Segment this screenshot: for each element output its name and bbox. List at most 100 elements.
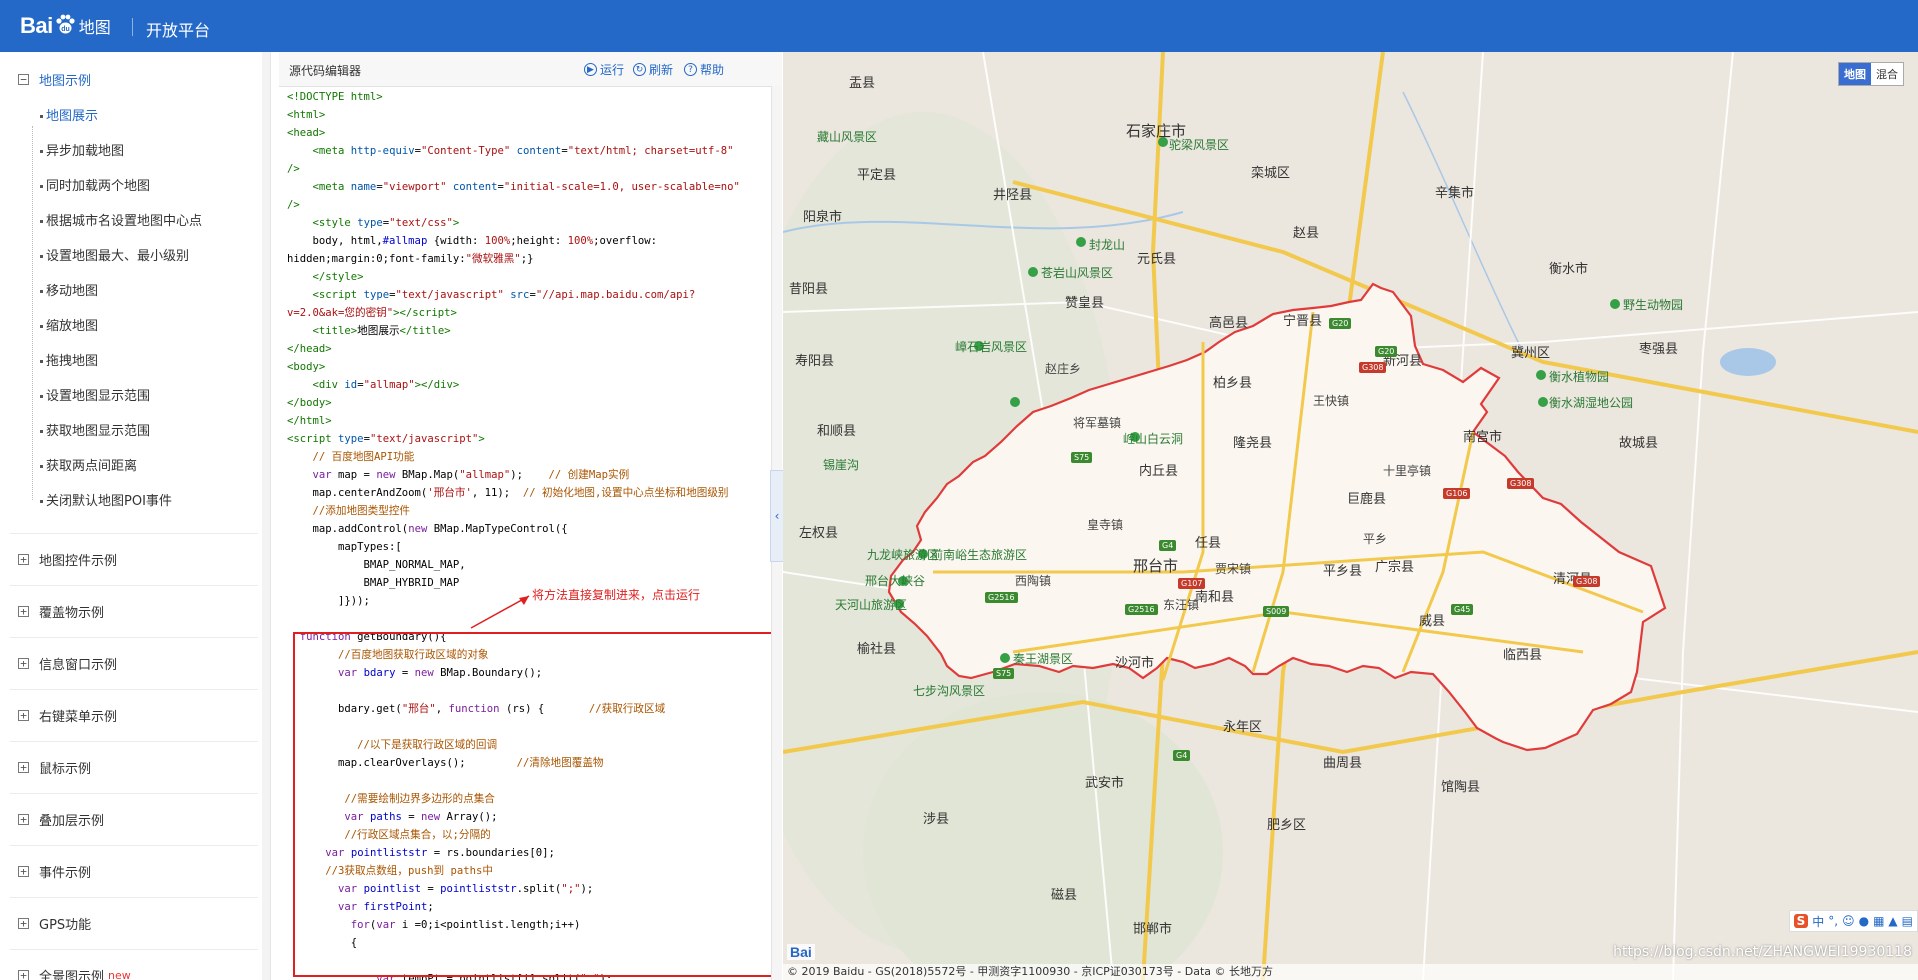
- road-shield: G4: [1173, 750, 1191, 761]
- poi-label: 衡水湖湿地公园: [1549, 396, 1634, 410]
- poi-label: 藏山风景区: [817, 130, 878, 144]
- poi-marker[interactable]: 衡水湖湿地公园: [1549, 394, 1633, 411]
- map-canvas[interactable]: 石家庄市 阳泉市 邢台市 邯郸市 衡水市 宁晋县 新河县 柏乡县 隆尧县 内丘县…: [783, 52, 1918, 980]
- poi-marker[interactable]: 苍岩山风景区: [1041, 264, 1113, 281]
- expand-icon[interactable]: +: [18, 970, 29, 980]
- map-label: 宁晋县: [1283, 314, 1323, 329]
- road-shield: G2516: [985, 592, 1018, 603]
- platform-title[interactable]: 开放平台: [146, 17, 210, 41]
- sidebar-group-panorama[interactable]: + 全景图示例 new: [18, 966, 131, 980]
- ime-mic-icon[interactable]: ●: [1859, 914, 1869, 928]
- play-icon: ▶: [584, 63, 597, 76]
- poi-marker[interactable]: 秦王湖景区: [1013, 650, 1073, 667]
- sidebar-group-overlays[interactable]: + 覆盖物示例: [18, 602, 104, 621]
- road-shield: G107: [1178, 578, 1206, 589]
- divider: [10, 897, 258, 898]
- ime-toolbar[interactable]: S 中 °, ☺ ● ▦ ▲ ▤: [1788, 910, 1918, 932]
- expand-icon[interactable]: +: [18, 554, 29, 565]
- sidebar-item-zoom-levels[interactable]: 设置地图最大、最小级别: [40, 245, 189, 264]
- road-shield: G4: [1159, 540, 1177, 551]
- sidebar-item-label: 同时加载两个地图: [46, 179, 151, 194]
- poi-marker[interactable]: 驼梁风景区: [1169, 136, 1229, 153]
- sidebar-item-label: 获取地图显示范围: [46, 424, 151, 439]
- help-icon: ?: [684, 63, 697, 76]
- poi-marker[interactable]: 前南峪生态旅游区: [931, 546, 1027, 563]
- baidu-logo[interactable]: Bai du 地图: [20, 10, 111, 42]
- poi-marker[interactable]: 九龙峡旅游区: [867, 546, 939, 563]
- map-type-hybrid[interactable]: 混合: [1871, 63, 1903, 85]
- sidebar-item-map-display[interactable]: 地图展示: [40, 105, 98, 124]
- run-label: 运行: [600, 63, 625, 77]
- poi-marker[interactable]: 藏山风景区: [817, 128, 877, 145]
- map-label: 井陉县: [993, 188, 1033, 203]
- map-label: 巨鹿县: [1347, 492, 1387, 507]
- baidu-map-logo[interactable]: Bai: [787, 944, 815, 960]
- sidebar-item-label: 异步加载地图: [46, 144, 125, 159]
- poi-marker[interactable]: 锡崖沟: [823, 456, 859, 473]
- expand-icon[interactable]: +: [18, 918, 29, 929]
- sidebar-group-infowindow[interactable]: + 信息窗口示例: [18, 654, 117, 673]
- sidebar-item-set-bounds[interactable]: 设置地图显示范围: [40, 385, 150, 404]
- sidebar-group-label: 全景图示例: [39, 970, 105, 980]
- sidebar-group-controls[interactable]: + 地图控件示例: [18, 550, 117, 569]
- ime-chinese-icon[interactable]: 中: [1812, 913, 1824, 930]
- sidebar-item-async-load[interactable]: 异步加载地图: [40, 140, 124, 159]
- poi-marker[interactable]: 七步沟风景区: [913, 682, 985, 699]
- collapse-panel-button[interactable]: ‹: [770, 470, 784, 562]
- poi-marker[interactable]: 衡水植物园: [1549, 368, 1609, 385]
- sidebar-group-layers[interactable]: + 叠加层示例: [18, 810, 104, 829]
- run-button[interactable]: ▶ 运行: [584, 61, 624, 78]
- poi-marker[interactable]: 野生动物园: [1623, 296, 1683, 313]
- ime-punct-icon[interactable]: °,: [1828, 914, 1838, 928]
- ime-grid-icon[interactable]: ▤: [1902, 914, 1913, 928]
- road-shield: G20: [1329, 318, 1352, 329]
- sidebar-item-drag-map[interactable]: 拖拽地图: [40, 350, 98, 369]
- sidebar-item-get-bounds[interactable]: 获取地图显示范围: [40, 420, 150, 439]
- ime-skin-icon[interactable]: ▲: [1888, 914, 1897, 928]
- poi-marker[interactable]: 嶂石岩风景区: [955, 338, 1027, 355]
- road-shield: G20: [1375, 346, 1398, 357]
- sidebar-group-context-menu[interactable]: + 右键菜单示例: [18, 706, 117, 725]
- sidebar-group-mouse[interactable]: + 鼠标示例: [18, 758, 91, 777]
- sidebar-group-events[interactable]: + 事件示例: [18, 862, 91, 881]
- expand-icon[interactable]: +: [18, 606, 29, 617]
- expand-icon[interactable]: +: [18, 762, 29, 773]
- expand-icon[interactable]: +: [18, 814, 29, 825]
- map-copyright: © 2019 Baidu - GS(2018)5572号 - 甲测资字11009…: [783, 964, 1918, 980]
- sidebar-group-map-examples[interactable]: − 地图示例: [18, 70, 91, 89]
- sidebar-item-zoom-map[interactable]: 缩放地图: [40, 315, 98, 334]
- divider: [10, 949, 258, 950]
- sidebar-item-label: 地图展示: [46, 109, 99, 124]
- ime-keyboard-icon[interactable]: ▦: [1873, 914, 1884, 928]
- highlight-box: [293, 632, 773, 977]
- expand-icon[interactable]: +: [18, 866, 29, 877]
- poi-marker[interactable]: 封龙山: [1089, 236, 1125, 253]
- sidebar-item-two-maps[interactable]: 同时加载两个地图: [40, 175, 150, 194]
- collapse-icon[interactable]: −: [18, 74, 29, 85]
- map-label: 永年区: [1223, 720, 1263, 735]
- sidebar-item-label: 获取两点间距离: [46, 459, 138, 474]
- expand-icon[interactable]: +: [18, 710, 29, 721]
- poi-label: 嶂石岩风景区: [955, 340, 1028, 354]
- refresh-button[interactable]: ↻ 刷新: [633, 61, 673, 78]
- sidebar-item-move-map[interactable]: 移动地图: [40, 280, 98, 299]
- sidebar-item-disable-poi[interactable]: 关闭默认地图POI事件: [40, 490, 172, 509]
- sidebar-group-gps[interactable]: + GPS功能: [18, 914, 91, 933]
- poi-label: 崆山白云洞: [1123, 432, 1184, 446]
- annotation-arrow: [470, 595, 530, 629]
- sidebar-group-label: 地图控件示例: [39, 554, 118, 569]
- ime-emoji-icon[interactable]: ☺: [1842, 914, 1855, 928]
- divider: [10, 793, 258, 794]
- poi-marker[interactable]: 崆山白云洞: [1123, 430, 1183, 447]
- map-label: 昔阳县: [789, 282, 829, 297]
- poi-marker[interactable]: 天河山旅游区: [835, 596, 907, 613]
- sidebar-item-distance[interactable]: 获取两点间距离: [40, 455, 137, 474]
- sidebar-item-center-by-city[interactable]: 根据城市名设置地图中心点: [40, 210, 202, 229]
- expand-icon[interactable]: +: [18, 658, 29, 669]
- map-type-normal[interactable]: 地图: [1839, 63, 1871, 85]
- help-button[interactable]: ? 帮助: [684, 61, 724, 78]
- sidebar-scrollbar[interactable]: [262, 52, 270, 980]
- poi-marker[interactable]: 邢台大峡谷: [865, 572, 925, 589]
- divider: [10, 741, 258, 742]
- map-label: 平乡县: [1323, 564, 1363, 579]
